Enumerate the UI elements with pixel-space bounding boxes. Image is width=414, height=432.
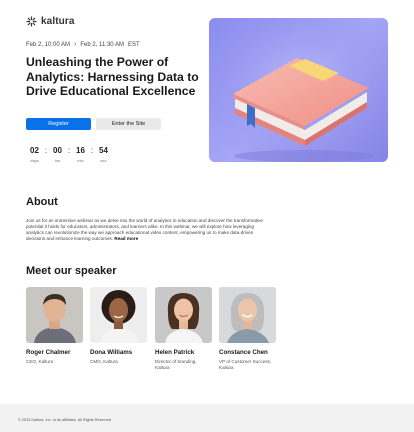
countdown-days: 02 days: [26, 146, 43, 163]
speaker-card[interactable]: Roger Chalmer CEO, Kaltura: [26, 287, 83, 365]
speaker-role: Director of branding, Kaltura: [155, 359, 197, 370]
speaker-role: CMO, Kaltura: [90, 359, 118, 364]
countdown-days-value: 02: [30, 146, 39, 155]
speaker-role: CEO, Kaltura: [26, 359, 54, 364]
countdown-hours-label: hrs: [54, 158, 61, 163]
speaker-name: Dona Williams: [90, 349, 133, 356]
about-heading: About: [26, 196, 58, 208]
speaker-card[interactable]: Helen Patrick Director of branding, Kalt…: [155, 287, 212, 371]
event-end: Feb 2, 11:30 AM: [80, 41, 124, 48]
book-icon: [209, 18, 388, 162]
event-start: Feb 2, 10:00 AM: [26, 41, 71, 48]
countdown-seconds: 54 sec: [95, 146, 112, 163]
read-more-link[interactable]: Read more: [114, 236, 138, 241]
about-body: Join us for an immersive webinar as we d…: [26, 218, 263, 242]
countdown-seconds-value: 54: [99, 146, 108, 155]
countdown-hours: 00 hrs: [49, 146, 66, 163]
countdown-minutes-label: min: [77, 158, 84, 163]
speaker-photo: [219, 287, 276, 343]
speaker-photo: [26, 287, 83, 343]
speaker-role: VP of Customer Success, Kaltura: [219, 359, 272, 370]
countdown-minutes-value: 16: [76, 146, 85, 155]
countdown-seconds-label: sec: [100, 158, 107, 163]
footer-copyright: © 2023 Kaltura, Inc. or its affiliates. …: [18, 418, 112, 422]
speaker-name: Roger Chalmer: [26, 349, 71, 356]
speaker-card[interactable]: Dona Williams CMO, Kaltura: [90, 287, 147, 365]
speaker-name: Constance Chen: [219, 349, 268, 356]
enter-site-button[interactable]: Enter the Site: [96, 118, 161, 130]
brand-name: kaltura: [41, 16, 75, 27]
register-button[interactable]: Register: [26, 118, 91, 130]
speakers-heading: Meet our speaker: [26, 265, 117, 277]
speaker-name: Helen Patrick: [155, 349, 195, 356]
event-title: Unleashing the Power of Analytics: Harne…: [26, 55, 199, 98]
about-description: Join us for an immersive webinar as we d…: [26, 218, 266, 242]
speaker-photo: [90, 287, 147, 343]
arrow-right-icon: ›: [74, 41, 77, 48]
kaltura-logo[interactable]: kaltura: [26, 16, 75, 27]
hero-book-illustration: [209, 18, 388, 162]
countdown-minutes: 16 min: [72, 146, 89, 163]
countdown-days-label: days: [30, 158, 39, 163]
speaker-photo: [155, 287, 212, 343]
event-dates: Feb 2, 10:00 AM › Feb 2, 11:30 AM EST: [26, 41, 140, 48]
countdown-timer: 02 days : 00 hrs : 16 min : 54 sec: [26, 146, 112, 163]
event-timezone: EST: [127, 41, 140, 48]
countdown-hours-value: 00: [53, 146, 62, 155]
speaker-card[interactable]: Constance Chen VP of Customer Success, K…: [219, 287, 276, 371]
footer: © 2023 Kaltura, Inc. or its affiliates. …: [0, 404, 414, 432]
kaltura-logo-icon: [26, 16, 37, 27]
